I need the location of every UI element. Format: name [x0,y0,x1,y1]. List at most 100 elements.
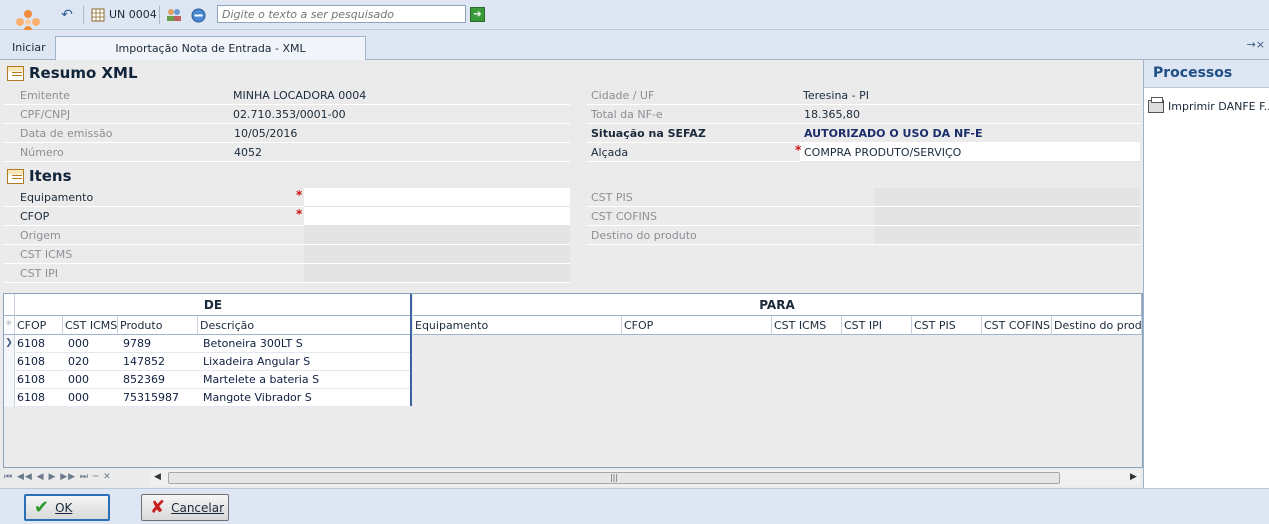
alcada-input[interactable]: * COMPRA PRODUTO/SERVIÇO [795,143,1140,162]
row-selector[interactable] [4,353,15,371]
field-row-total: Total da NF-e 18.365,80 [587,105,1140,124]
band-de: DE [15,294,412,316]
cstpis-label: CST PIS [591,191,633,204]
resumo-title-text: Resumo XML [29,64,138,82]
cfop-input[interactable] [304,207,570,226]
grid-navigator[interactable]: ⏮ ◀◀ ◀ ▶ ▶▶ ⏭ ─ ✕ [4,472,112,482]
row-selector-current[interactable]: ❯ [4,335,15,353]
toolbar-separator [83,6,84,24]
col-para-cstipi[interactable]: CST IPI [842,316,912,335]
cstpis-input [874,188,1140,207]
col-de-csticms[interactable]: CST ICMS [63,316,118,335]
tab-close-arrows[interactable]: →× [1247,38,1265,51]
required-marker: * [795,143,802,157]
resumo-section-title: Resumo XML [7,64,138,82]
printer-icon [1148,97,1164,113]
cell-descricao[interactable]: Lixadeira Angular S [198,353,412,371]
field-row-equipamento: Equipamento * [4,188,304,207]
scroll-right-icon[interactable]: ▶ [1130,472,1137,482]
minimize-circle-icon[interactable] [189,6,207,24]
cell-csticms[interactable]: 020 [63,353,118,371]
col-para-cfop[interactable]: CFOP [622,316,772,335]
search-input[interactable] [217,5,466,23]
cell-descricao[interactable]: Mangote Vibrador S [198,389,412,407]
cstipi-input [304,264,570,283]
field-row-emitente: Emitente MINHA LOCADORA 0004 [4,86,570,105]
band-divider [410,294,412,406]
cell-cfop[interactable]: 6108 [15,335,63,353]
cell-descricao[interactable]: Betoneira 300LT S [198,335,412,353]
cell-produto[interactable]: 852369 [118,371,198,389]
new-row-icon[interactable]: ✳ [4,316,15,335]
calendar-grid-icon[interactable] [89,6,107,24]
cell-cfop[interactable]: 6108 [15,353,63,371]
csticms-input [304,245,570,264]
data-emissao-value: 10/05/2016 [234,127,298,140]
cell-produto[interactable]: 9789 [118,335,198,353]
cidade-label: Cidade / UF [591,89,655,102]
col-de-descricao[interactable]: Descrição [198,316,412,335]
start-button[interactable]: Iniciar [12,41,46,54]
destino-label: Destino do produto [591,229,697,242]
imprimir-danfe-label: Imprimir DANFE F... [1168,100,1269,113]
emitente-value: MINHA LOCADORA 0004 [233,89,367,102]
cstcofins-input [874,207,1140,226]
unit-label[interactable]: UN 0004 [109,8,157,21]
csticms-label: CST ICMS [20,248,73,261]
horizontal-scrollbar[interactable]: ◀ ||| ▶ [150,470,1140,486]
cell-descricao[interactable]: Martelete a bateria S [198,371,412,389]
scroll-thumb[interactable]: ||| [168,472,1060,484]
itens-title-text: Itens [29,167,72,185]
row-selector[interactable] [4,389,15,407]
numero-label: Número [20,146,64,159]
cfop-label: CFOP [20,210,50,223]
field-row-cstpis: CST PIS [587,188,874,207]
itens-section-title: Itens [7,167,72,185]
col-para-cstpis[interactable]: CST PIS [912,316,982,335]
band-corner [4,294,15,316]
cell-csticms[interactable]: 000 [63,335,118,353]
ok-label: OK [55,500,73,515]
cell-csticms[interactable]: 000 [63,389,118,407]
col-para-csticms[interactable]: CST ICMS [772,316,842,335]
cidade-value: Teresina - PI [803,89,870,102]
scroll-left-icon[interactable]: ◀ [154,472,161,482]
cell-csticms[interactable]: 000 [63,371,118,389]
col-de-cfop[interactable]: CFOP [15,316,63,335]
field-row-destino: Destino do produto [587,226,874,245]
items-grid: DE PARA ✳ CFOP CST ICMS Produto Descriçã… [3,293,1143,468]
situacao-label: Situação na SEFAZ [591,127,706,140]
cnpj-label: CPF/CNPJ [20,108,71,121]
col-de-produto[interactable]: Produto [118,316,198,335]
col-para-equipamento[interactable]: Equipamento [413,316,622,335]
destino-input [874,226,1140,245]
field-row-numero: Número 4052 [4,143,570,162]
search-go-button[interactable]: ➔ [470,7,485,22]
data-emissao-label: Data de emissão [20,127,113,140]
users-icon[interactable] [165,6,183,24]
cell-produto[interactable]: 75315987 [118,389,198,407]
processos-panel: Processos Imprimir DANFE F... [1143,60,1269,488]
col-para-destino[interactable]: Destino do produto [1052,316,1142,335]
emitente-label: Emitente [20,89,70,102]
cell-produto[interactable]: 147852 [118,353,198,371]
cell-cfop[interactable]: 6108 [15,371,63,389]
origem-input [304,226,570,245]
col-para-cstcofins[interactable]: CST COFINS [982,316,1052,335]
imprimir-danfe-item[interactable]: Imprimir DANFE F... [1148,97,1269,113]
undo-icon[interactable]: ↶ [58,6,76,24]
required-marker: * [296,207,303,221]
table-icon [7,168,24,184]
table-icon [7,65,24,81]
cell-cfop[interactable]: 6108 [15,389,63,407]
processos-title: Processos [1144,60,1269,88]
tab-importacao-xml[interactable]: Importação Nota de Entrada - XML [55,36,366,61]
cancel-button[interactable]: ✘ Cancelar [141,494,229,521]
field-row-cidade: Cidade / UF Teresina - PI [587,86,1140,105]
field-row-data: Data de emissão 10/05/2016 [4,124,570,143]
situacao-value: AUTORIZADO O USO DA NF-E [804,127,983,140]
row-selector[interactable] [4,371,15,389]
cnpj-value: 02.710.353/0001-00 [233,108,346,121]
equipamento-input[interactable] [304,188,570,207]
ok-button[interactable]: ✔ OK [24,494,110,521]
